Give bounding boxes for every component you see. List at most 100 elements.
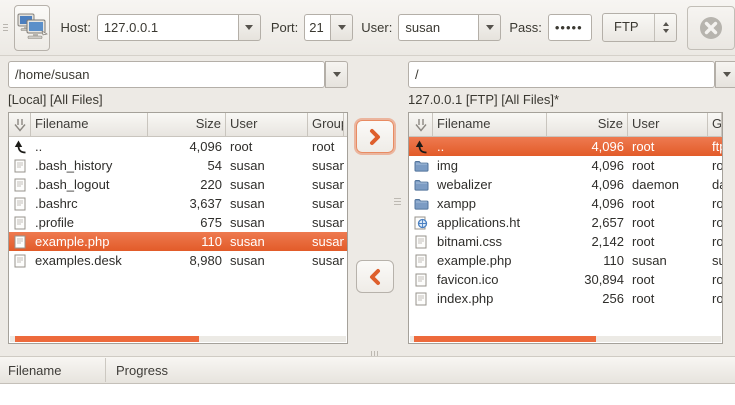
user-combo: susan xyxy=(398,14,501,41)
queue-column-filename[interactable]: Filename xyxy=(8,357,61,384)
file-group: susan xyxy=(308,175,344,194)
host-label: Host: xyxy=(60,20,90,35)
file-icon xyxy=(409,289,433,308)
file-user: susan xyxy=(226,213,308,232)
file-size: 675 xyxy=(148,213,226,232)
file-size: 2,142 xyxy=(547,232,628,251)
port-dropdown-button[interactable] xyxy=(330,14,353,41)
file-size: 30,894 xyxy=(547,270,628,289)
folder-icon xyxy=(409,194,433,213)
column-header-user[interactable]: User xyxy=(226,113,308,136)
file-user: susan xyxy=(226,175,308,194)
file-group: susan xyxy=(308,194,344,213)
file-row[interactable]: example.php110susansusan xyxy=(9,232,347,251)
file-row[interactable]: applications.ht2,657rootroot xyxy=(409,213,722,232)
file-group: root xyxy=(708,194,722,213)
disconnect-button[interactable] xyxy=(687,6,735,50)
file-group: root xyxy=(708,270,722,289)
file-user: root xyxy=(628,270,708,289)
protocol-spinner[interactable] xyxy=(654,14,676,41)
folder-icon xyxy=(409,156,433,175)
column-header-group[interactable]: Group xyxy=(308,113,344,136)
file-name: example.php xyxy=(31,232,148,251)
protocol-selector[interactable]: FTP xyxy=(602,13,677,42)
file-user: root xyxy=(628,213,708,232)
file-row[interactable]: .bash_history54susansusan xyxy=(9,156,347,175)
host-dropdown-button[interactable] xyxy=(238,14,261,41)
column-divider xyxy=(105,358,106,382)
column-header-user[interactable]: User xyxy=(628,113,708,136)
file-user: root xyxy=(628,137,708,156)
transfer-right-button[interactable] xyxy=(356,120,394,153)
file-row[interactable]: bitnami.css2,142rootroot xyxy=(409,232,722,251)
port-input[interactable]: 21 xyxy=(304,14,330,41)
up-directory-icon xyxy=(409,137,433,156)
local-path-dropdown-button[interactable] xyxy=(325,61,348,88)
local-horizontal-scrollbar[interactable] xyxy=(10,336,346,342)
file-row[interactable]: img4,096rootroot xyxy=(409,156,722,175)
user-input[interactable]: susan xyxy=(398,14,478,41)
file-row[interactable]: webalizer4,096daemondaemon xyxy=(409,175,722,194)
local-status-label: [Local] [All Files] xyxy=(8,89,348,110)
file-size: 4,096 xyxy=(547,156,628,175)
file-name: .profile xyxy=(31,213,148,232)
file-size: 256 xyxy=(547,289,628,308)
local-path-input[interactable]: /home/susan xyxy=(8,61,325,88)
connection-toolbar: Host: 127.0.0.1 Port: 21 User: susan Pas… xyxy=(0,0,735,56)
file-row[interactable]: .bash_logout220susansusan xyxy=(9,175,347,194)
transfer-queue-list[interactable] xyxy=(0,384,735,405)
local-panel-header: /home/susan [Local] [All Files] xyxy=(8,61,348,110)
column-header-group[interactable]: Group xyxy=(708,113,722,136)
spinner-down-icon xyxy=(663,29,669,36)
password-input[interactable]: ••••• xyxy=(548,14,592,41)
file-size: 3,637 xyxy=(148,194,226,213)
file-user: root xyxy=(628,289,708,308)
file-group: daemon xyxy=(708,175,722,194)
pane-resize-grip[interactable] xyxy=(394,198,401,205)
file-group: root xyxy=(708,232,722,251)
file-group: root xyxy=(308,137,344,156)
file-group: susan xyxy=(308,251,344,270)
file-group: susan xyxy=(308,213,344,232)
sort-descending-icon[interactable] xyxy=(9,113,31,136)
file-name: applications.ht xyxy=(433,213,547,232)
sort-descending-icon[interactable] xyxy=(409,113,433,136)
scrollbar-thumb[interactable] xyxy=(414,336,596,342)
column-header-size[interactable]: Size xyxy=(547,113,628,136)
scrollbar-thumb[interactable] xyxy=(15,336,199,342)
file-size: 54 xyxy=(148,156,226,175)
file-row[interactable]: xampp4,096rootroot xyxy=(409,194,722,213)
remote-horizontal-scrollbar[interactable] xyxy=(410,336,721,342)
remote-path-input[interactable]: / xyxy=(408,61,715,88)
file-row[interactable]: index.php256rootroot xyxy=(409,289,722,308)
file-row[interactable]: favicon.ico30,894rootroot xyxy=(409,270,722,289)
file-group: ftp xyxy=(708,137,722,156)
protocol-value: FTP xyxy=(603,14,654,41)
file-name: favicon.ico xyxy=(433,270,547,289)
file-icon xyxy=(9,156,31,175)
column-header-size[interactable]: Size xyxy=(148,113,226,136)
file-user: root xyxy=(628,156,708,175)
column-header-filename[interactable]: Filename xyxy=(31,113,148,136)
file-group: susan xyxy=(308,156,344,175)
chevron-right-icon xyxy=(367,128,383,146)
file-name: .bashrc xyxy=(31,194,148,213)
file-row[interactable]: .bashrc3,637susansusan xyxy=(9,194,347,213)
file-row[interactable]: .profile675susansusan xyxy=(9,213,347,232)
queue-column-progress[interactable]: Progress xyxy=(116,357,168,384)
file-icon xyxy=(9,194,31,213)
transfer-left-button[interactable] xyxy=(356,260,394,293)
file-row[interactable]: example.php110susansusan xyxy=(409,251,722,270)
user-dropdown-button[interactable] xyxy=(478,14,501,41)
file-icon xyxy=(409,270,433,289)
column-header-filename[interactable]: Filename xyxy=(433,113,547,136)
host-input[interactable]: 127.0.0.1 xyxy=(97,14,238,41)
remote-path-dropdown-button[interactable] xyxy=(715,61,735,88)
connect-button[interactable] xyxy=(14,5,50,51)
file-row[interactable]: ..4,096rootftp xyxy=(409,137,722,156)
chevron-down-icon xyxy=(723,72,731,81)
file-row[interactable]: ..4,096rootroot xyxy=(9,137,347,156)
up-directory-icon xyxy=(9,137,31,156)
file-row[interactable]: examples.desk8,980susansusan xyxy=(9,251,347,270)
toolbar-grip-icon[interactable] xyxy=(3,24,8,31)
